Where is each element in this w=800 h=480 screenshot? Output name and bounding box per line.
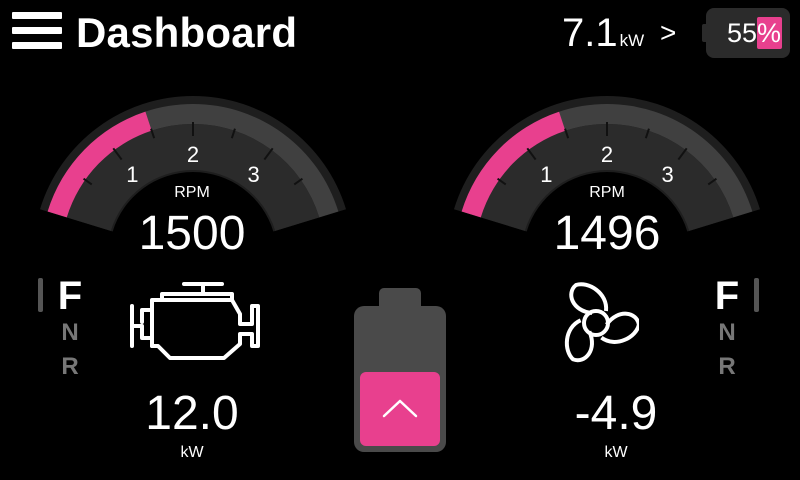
right-gear-indicator-bar bbox=[754, 278, 759, 312]
right-gear-forward[interactable]: F bbox=[707, 276, 747, 316]
right-gear-selector[interactable]: F N R bbox=[707, 276, 747, 384]
engine-icon bbox=[130, 282, 260, 360]
engine-power-unit: kW bbox=[180, 444, 204, 461]
propeller-icon bbox=[564, 282, 639, 363]
left-gear-neutral[interactable]: N bbox=[50, 316, 90, 350]
right-gear-neutral[interactable]: N bbox=[707, 316, 747, 350]
charge-up-button[interactable] bbox=[360, 372, 440, 446]
left-gear-reverse[interactable]: R bbox=[50, 350, 90, 384]
rpm-gauge-right-value: 1496 bbox=[553, 207, 661, 260]
left-gear-forward[interactable]: F bbox=[50, 276, 90, 316]
propeller-power-unit: kW bbox=[604, 444, 628, 461]
propeller-power-value: -4.9 bbox=[574, 387, 658, 440]
engine-power-value: 12.0 bbox=[145, 387, 239, 440]
right-gear-reverse[interactable]: R bbox=[707, 350, 747, 384]
right-gauge-tick-label-2: 2 bbox=[601, 142, 613, 167]
rpm-gauge-right-label: RPM bbox=[589, 184, 625, 201]
left-gear-indicator-bar bbox=[38, 278, 43, 312]
left-gear-selector[interactable]: F N R bbox=[50, 276, 90, 384]
chevron-up-icon bbox=[382, 399, 418, 418]
